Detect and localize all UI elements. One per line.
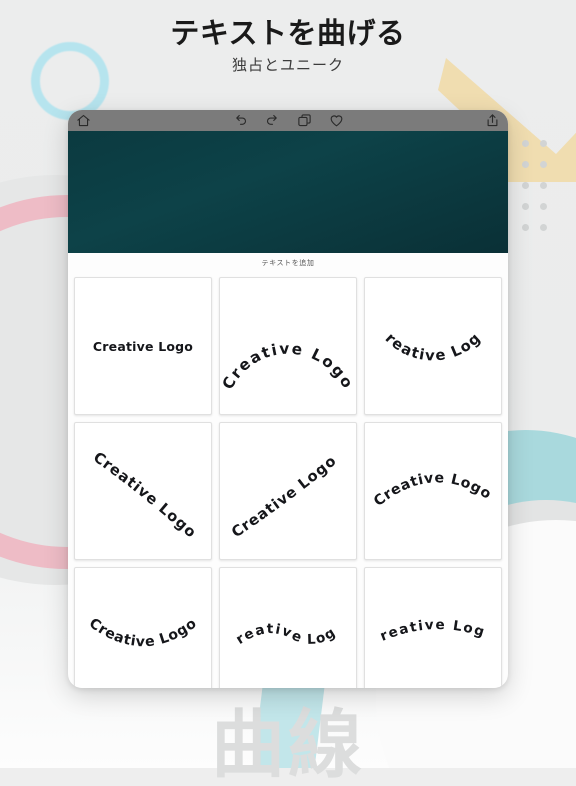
add-text-label[interactable]: テキストを追加 bbox=[68, 253, 508, 273]
svg-text:Creative Logo: Creative Logo bbox=[365, 278, 485, 365]
tile-text: Creative Logo bbox=[90, 449, 199, 542]
tile-text: Creative Logo bbox=[92, 338, 194, 354]
undo-icon[interactable] bbox=[233, 113, 248, 128]
text-style-tile[interactable]: Creative Logo bbox=[219, 277, 357, 415]
svg-text:Creative Logo: Creative Logo bbox=[220, 568, 339, 648]
svg-text:Creative Logo: Creative Logo bbox=[220, 340, 356, 393]
bottom-keyword: 曲線 bbox=[211, 703, 365, 786]
dot-grid-decoration bbox=[522, 140, 558, 245]
text-style-tile[interactable]: Creative Logo bbox=[219, 422, 357, 560]
curved-text: Creative Logo bbox=[229, 452, 340, 541]
curved-text: Creative Logo bbox=[371, 470, 494, 510]
svg-text:Creative Logo: Creative Logo bbox=[365, 568, 488, 645]
text-style-tile[interactable]: Creative Logo bbox=[364, 422, 502, 560]
app-toolbar bbox=[68, 110, 508, 131]
svg-text:Creative Logo: Creative Logo bbox=[86, 615, 200, 650]
curved-text: Creative Logo bbox=[86, 615, 200, 650]
page-subtitle: 独占とユニーク bbox=[231, 57, 344, 75]
home-icon[interactable] bbox=[76, 113, 91, 128]
text-style-tile[interactable]: Creative Logo bbox=[364, 277, 502, 415]
tile-text: Creative Logo bbox=[365, 568, 486, 645]
share-icon[interactable] bbox=[485, 113, 500, 128]
curved-text: Creative Logo bbox=[365, 568, 488, 645]
page-title: テキストを曲げる bbox=[170, 18, 406, 50]
tile-text: Creative Logo bbox=[229, 452, 340, 541]
text-style-tile[interactable]: Creative Logo bbox=[364, 567, 502, 688]
tablet-device-mockup: テキストを追加 Creative Logo Creative Logo Crea… bbox=[68, 110, 508, 688]
svg-text:Creative Logo: Creative Logo bbox=[90, 449, 200, 542]
text-style-tile[interactable]: Creative Logo bbox=[74, 277, 212, 415]
tile-text: Creative Logo bbox=[365, 278, 483, 365]
curved-text: Creative Logo bbox=[220, 568, 339, 648]
text-style-tile[interactable]: Creative Logo bbox=[74, 422, 212, 560]
text-style-grid: Creative Logo Creative Logo Creative Log… bbox=[68, 273, 508, 688]
redo-icon[interactable] bbox=[265, 113, 280, 128]
curved-text: Creative Logo bbox=[90, 449, 200, 542]
tile-text: Creative Logo bbox=[220, 568, 338, 648]
curved-text: Creative Logo bbox=[220, 340, 356, 393]
svg-text:Creative Logo: Creative Logo bbox=[371, 470, 494, 510]
editor-canvas-preview[interactable] bbox=[68, 131, 508, 253]
text-style-tile[interactable]: Creative Logo bbox=[219, 567, 357, 688]
curved-text: Creative Logo bbox=[365, 278, 485, 365]
tile-text: Creative Logo bbox=[220, 340, 356, 393]
promo-header: テキストを曲げる 独占とユニーク bbox=[0, 18, 576, 75]
svg-text:Creative Logo: Creative Logo bbox=[229, 452, 340, 541]
tile-text: Creative Logo bbox=[371, 470, 494, 510]
heart-icon[interactable] bbox=[329, 113, 344, 128]
duplicate-layers-icon[interactable] bbox=[297, 113, 312, 128]
text-style-tile[interactable]: Creative Logo bbox=[74, 567, 212, 688]
tile-text: Creative Logo bbox=[86, 615, 199, 650]
